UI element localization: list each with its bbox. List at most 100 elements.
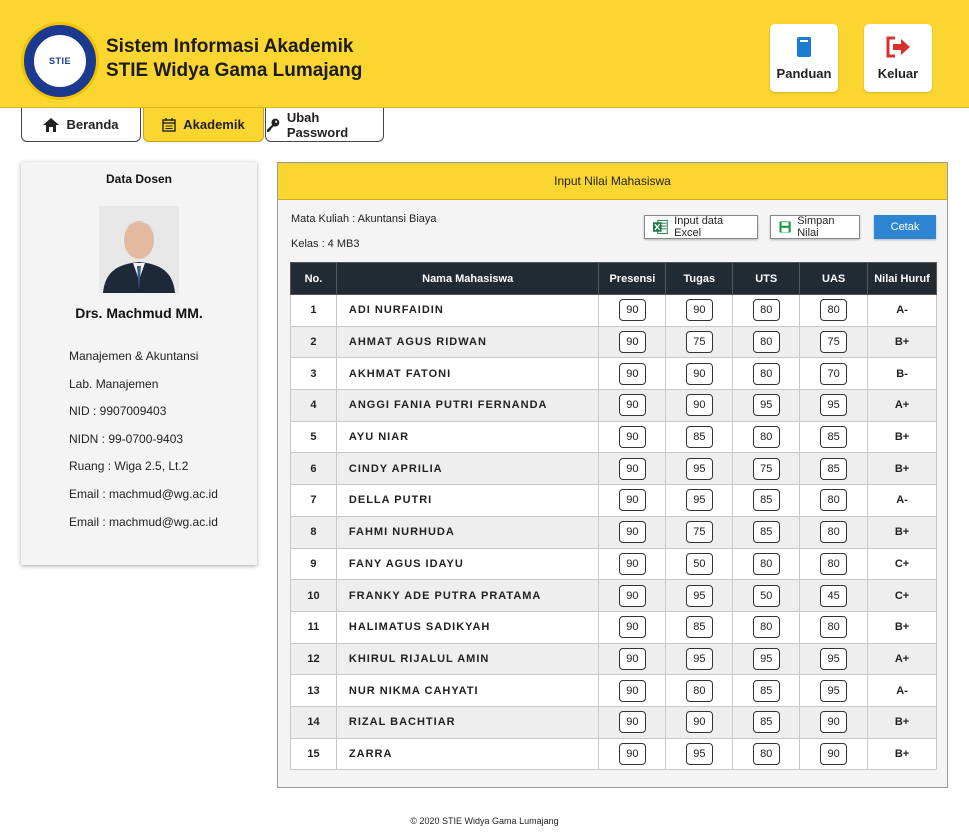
presensi-input-cell: 90 bbox=[598, 294, 667, 327]
presensi-input[interactable]: 90 bbox=[618, 647, 646, 670]
row-number: 4 bbox=[290, 389, 337, 422]
tab-akademik[interactable]: Akademik bbox=[143, 108, 264, 142]
lecturer-room: Ruang : Wiga 2.5, Lt.2 bbox=[69, 459, 189, 474]
uts-input[interactable]: 95 bbox=[752, 394, 780, 417]
tugas-input[interactable]: 75 bbox=[685, 331, 713, 354]
presensi-input[interactable]: 90 bbox=[618, 616, 646, 639]
tugas-input-cell: 90 bbox=[665, 389, 734, 422]
uts-input[interactable]: 75 bbox=[752, 457, 780, 480]
uas-input[interactable]: 75 bbox=[820, 331, 848, 354]
tugas-input-cell: 95 bbox=[665, 579, 734, 612]
simpan-nilai-button[interactable]: Simpan Nilai bbox=[770, 215, 860, 239]
tugas-input[interactable]: 75 bbox=[685, 521, 713, 544]
logo-text: STIE bbox=[48, 56, 71, 66]
student-name: NUR NIKMA CAHYATI bbox=[335, 674, 600, 707]
student-name: FRANKY ADE PUTRA PRATAMA bbox=[335, 579, 600, 612]
uts-input[interactable]: 95 bbox=[752, 647, 780, 670]
presensi-input[interactable]: 90 bbox=[618, 584, 646, 607]
uts-input[interactable]: 80 bbox=[752, 742, 780, 765]
tugas-input[interactable]: 95 bbox=[685, 457, 713, 480]
tugas-input[interactable]: 95 bbox=[685, 742, 713, 765]
uts-input[interactable]: 80 bbox=[752, 331, 780, 354]
letter-grade: B+ bbox=[867, 452, 937, 486]
tugas-input[interactable]: 95 bbox=[685, 647, 713, 670]
presensi-input[interactable]: 90 bbox=[618, 742, 646, 765]
presensi-input[interactable]: 90 bbox=[618, 457, 646, 480]
student-name: AKHMAT FATONI bbox=[335, 357, 600, 391]
tugas-input[interactable]: 80 bbox=[685, 679, 713, 702]
presensi-input[interactable]: 90 bbox=[618, 679, 646, 702]
uas-input[interactable]: 80 bbox=[820, 616, 848, 639]
uts-input[interactable]: 80 bbox=[752, 299, 780, 322]
table-row: 1 ADI NURFAIDIN 90 90 80 80 A- bbox=[290, 294, 937, 327]
uts-input[interactable]: 80 bbox=[752, 362, 780, 385]
uas-input[interactable]: 80 bbox=[820, 552, 848, 575]
uts-input[interactable]: 85 bbox=[752, 679, 780, 702]
app-title: Sistem Informasi Akademik STIE Widya Gam… bbox=[106, 35, 362, 83]
uas-input[interactable]: 70 bbox=[820, 362, 848, 385]
tugas-input[interactable]: 50 bbox=[685, 552, 713, 575]
presensi-input-cell: 90 bbox=[598, 579, 667, 612]
uas-input[interactable]: 85 bbox=[820, 457, 848, 480]
uas-input[interactable]: 90 bbox=[820, 742, 848, 765]
uas-input-cell: 85 bbox=[799, 452, 869, 486]
presensi-input-cell: 90 bbox=[598, 547, 667, 581]
presensi-input-cell: 90 bbox=[598, 357, 667, 391]
tugas-input[interactable]: 85 bbox=[685, 426, 713, 449]
presensi-input[interactable]: 90 bbox=[618, 362, 646, 385]
uts-input[interactable]: 85 bbox=[752, 521, 780, 544]
presensi-input[interactable]: 90 bbox=[618, 552, 646, 575]
uts-input-cell: 85 bbox=[732, 515, 801, 549]
uts-input[interactable]: 50 bbox=[752, 584, 780, 607]
lecturer-email: Email : machmud@wg.ac.id bbox=[69, 486, 218, 501]
uts-input[interactable]: 85 bbox=[752, 711, 780, 734]
presensi-input[interactable]: 90 bbox=[618, 489, 646, 512]
tab-ubah-password[interactable]: Ubah Password bbox=[265, 108, 384, 142]
presensi-input[interactable]: 90 bbox=[618, 331, 646, 354]
uas-input[interactable]: 45 bbox=[820, 584, 848, 607]
simpan-nilai-label: Simpan Nilai bbox=[797, 215, 835, 239]
tab-beranda[interactable]: Beranda bbox=[21, 108, 141, 142]
tugas-input[interactable]: 95 bbox=[685, 489, 713, 512]
student-name: KHIRUL RIJALUL AMIN bbox=[335, 642, 600, 676]
uas-input[interactable]: 90 bbox=[820, 711, 848, 734]
presensi-input-cell: 90 bbox=[598, 674, 667, 707]
panduan-button[interactable]: Panduan bbox=[770, 24, 838, 92]
cetak-button[interactable]: Cetak bbox=[874, 215, 936, 239]
uas-input[interactable]: 85 bbox=[820, 426, 848, 449]
student-name: FANY AGUS IDAYU bbox=[335, 547, 600, 581]
lecturer-info: Manajemen & Akuntansi Lab. Manajemen NID… bbox=[69, 347, 218, 540]
keluar-button[interactable]: Keluar bbox=[864, 24, 932, 92]
uas-input[interactable]: 95 bbox=[820, 394, 848, 417]
uas-input[interactable]: 95 bbox=[820, 647, 848, 670]
tugas-input[interactable]: 90 bbox=[685, 362, 713, 385]
uas-input[interactable]: 95 bbox=[820, 679, 848, 702]
presensi-input-cell: 90 bbox=[598, 420, 667, 454]
uts-input[interactable]: 85 bbox=[752, 489, 780, 512]
uas-input[interactable]: 80 bbox=[820, 489, 848, 512]
tugas-input-cell: 95 bbox=[665, 484, 734, 517]
presensi-input[interactable]: 90 bbox=[618, 394, 646, 417]
presensi-input-cell: 90 bbox=[598, 325, 667, 359]
presensi-input[interactable]: 90 bbox=[618, 521, 646, 544]
presensi-input-cell: 90 bbox=[598, 484, 667, 517]
uts-input[interactable]: 80 bbox=[752, 552, 780, 575]
presensi-input-cell: 90 bbox=[598, 737, 667, 771]
presensi-input[interactable]: 90 bbox=[618, 711, 646, 734]
uts-input[interactable]: 80 bbox=[752, 426, 780, 449]
presensi-input[interactable]: 90 bbox=[618, 299, 646, 322]
input-excel-button[interactable]: Input data Excel bbox=[644, 215, 758, 239]
uas-input[interactable]: 80 bbox=[820, 299, 848, 322]
uas-input[interactable]: 80 bbox=[820, 521, 848, 544]
header-presensi: Presensi bbox=[598, 262, 667, 295]
tugas-input[interactable]: 95 bbox=[685, 584, 713, 607]
tugas-input[interactable]: 90 bbox=[685, 299, 713, 322]
header-no: No. bbox=[290, 262, 337, 295]
tugas-input[interactable]: 85 bbox=[685, 616, 713, 639]
tugas-input[interactable]: 90 bbox=[685, 711, 713, 734]
tugas-input[interactable]: 90 bbox=[685, 394, 713, 417]
presensi-input[interactable]: 90 bbox=[618, 426, 646, 449]
uas-input-cell: 70 bbox=[799, 357, 869, 391]
uts-input[interactable]: 80 bbox=[752, 616, 780, 639]
uts-input-cell: 85 bbox=[732, 484, 801, 517]
